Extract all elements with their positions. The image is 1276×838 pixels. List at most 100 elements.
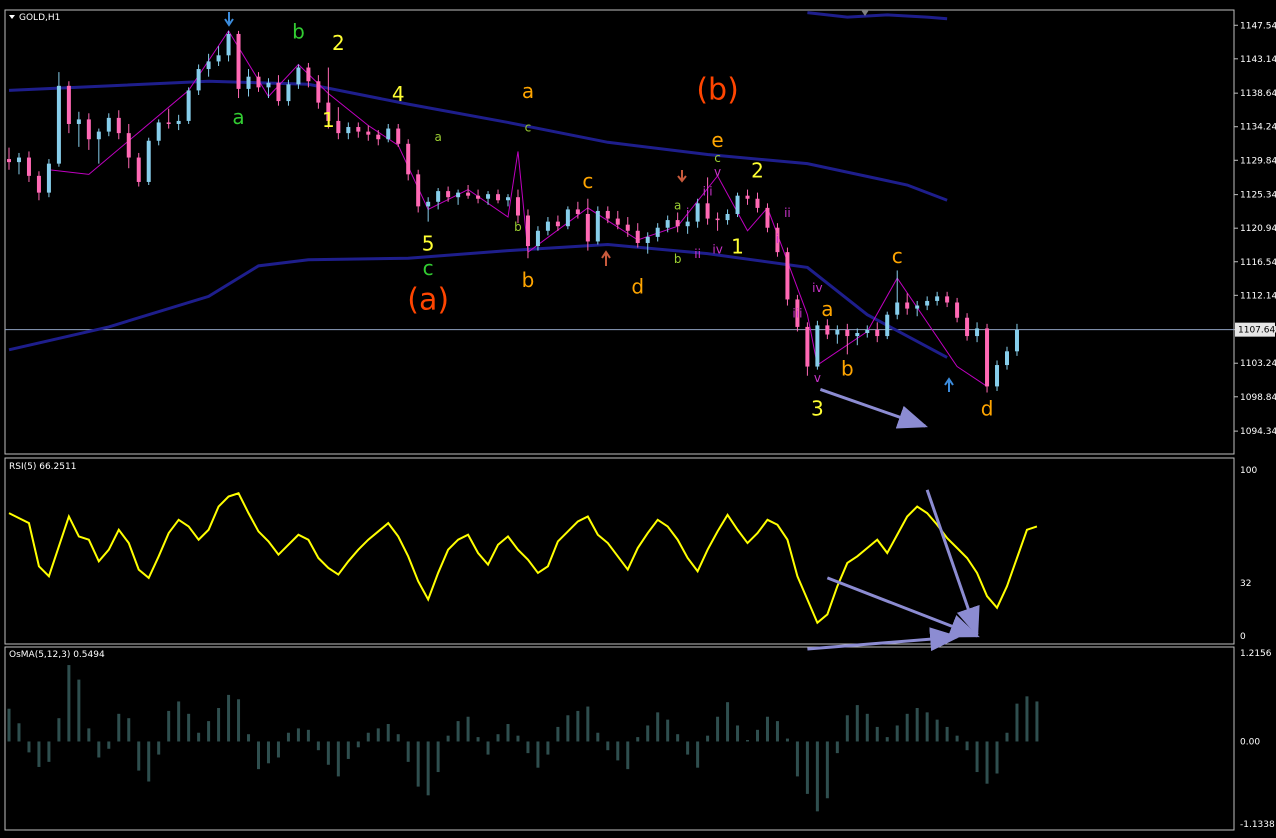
- osma-bar: [985, 741, 989, 784]
- candle-body: [515, 197, 520, 216]
- candle-body: [466, 192, 471, 196]
- osma-bar: [546, 741, 550, 755]
- osma-bar: [286, 732, 290, 742]
- osma-bar: [626, 741, 630, 770]
- wave-label: b: [841, 357, 854, 381]
- osma-bar: [57, 718, 61, 742]
- candle-body: [935, 296, 940, 301]
- osma-bar: [157, 741, 161, 755]
- candle-body: [506, 197, 510, 201]
- wave-label: iv: [712, 243, 722, 257]
- price-tick-label: 1143.14: [1240, 55, 1276, 65]
- candle-body: [396, 128, 401, 144]
- wave-label: iii: [792, 307, 802, 321]
- candle-body: [955, 302, 960, 318]
- candle-body: [745, 195, 750, 199]
- osma-bar: [676, 734, 680, 742]
- price-tick-label: 1116.54: [1240, 258, 1276, 268]
- osma-bar: [266, 741, 270, 764]
- osma-bar: [975, 741, 979, 773]
- wave-label: c: [423, 256, 434, 280]
- osma-bar: [825, 741, 829, 799]
- osma-bar: [935, 719, 939, 742]
- osma-tick-label: 0.00: [1240, 737, 1260, 747]
- price-tick-label: 1094.34: [1240, 427, 1276, 437]
- wave-label: b: [292, 20, 305, 44]
- candle-body: [126, 133, 131, 158]
- candle-body: [166, 122, 171, 124]
- wave-label: c: [525, 121, 532, 135]
- wave-label: a: [522, 79, 534, 103]
- osma-bar: [706, 735, 710, 742]
- candle-body: [366, 131, 371, 135]
- price-tick-label: 1125.34: [1240, 191, 1276, 201]
- osma-bar: [227, 694, 231, 742]
- candle-body: [316, 81, 321, 103]
- osma-bar: [945, 726, 949, 742]
- candle-body: [755, 198, 760, 208]
- osma-bar: [77, 679, 81, 742]
- osma-bar: [486, 741, 490, 755]
- candle: [56, 72, 61, 167]
- wave-label: a: [232, 105, 244, 129]
- current-price-tag: 1107.64: [1235, 322, 1275, 337]
- osma-bar: [895, 725, 899, 742]
- candle-body: [535, 230, 540, 247]
- osma-bar: [785, 738, 789, 742]
- candle: [995, 360, 1000, 391]
- price-tick-label: 1120.94: [1240, 224, 1276, 234]
- osma-bar: [636, 737, 640, 742]
- osma-bar: [97, 741, 101, 758]
- osma-bar: [736, 725, 740, 742]
- candle: [735, 192, 740, 218]
- candle-body: [985, 328, 990, 387]
- candle-body: [16, 157, 21, 163]
- candle-body: [605, 210, 610, 219]
- osma-bar: [765, 716, 769, 742]
- candle-body: [416, 174, 421, 207]
- candle-body: [56, 85, 61, 164]
- osma-bar: [1015, 703, 1019, 742]
- osma-bar: [197, 732, 201, 742]
- wave-label: iv: [812, 281, 822, 295]
- osma-bar: [87, 728, 91, 742]
- candle-body: [306, 67, 311, 82]
- osma-bar: [276, 741, 280, 758]
- candle-body: [76, 119, 81, 124]
- osma-bar: [885, 737, 889, 742]
- candle: [146, 137, 151, 186]
- candle-body: [895, 302, 900, 315]
- candle-body: [246, 76, 251, 89]
- candle-body: [645, 236, 650, 243]
- wave-label: v: [714, 165, 721, 179]
- candle-body: [585, 213, 590, 242]
- osma-bar: [416, 741, 420, 787]
- candle-body: [456, 192, 461, 198]
- osma-bar: [316, 741, 320, 751]
- rsi-panel-frame[interactable]: [4, 457, 1235, 645]
- candle: [46, 159, 51, 198]
- osma-bar: [845, 715, 849, 742]
- candle-body: [715, 218, 720, 221]
- candle: [186, 87, 191, 124]
- price-axis: 1147.54 1143.14 1138.64 1134.24 1129.84 1125.…: [1234, 21, 1276, 437]
- osma-bar: [616, 741, 620, 761]
- osma-bar: [875, 726, 879, 742]
- candle-body: [815, 325, 820, 367]
- osma-bar: [606, 741, 610, 751]
- osma-bar: [666, 719, 670, 742]
- osma-bar: [107, 741, 111, 749]
- osma-bar: [27, 741, 31, 753]
- candle-body: [386, 128, 391, 140]
- osma-bar: [466, 716, 470, 742]
- candle-body: [1014, 329, 1019, 352]
- wave-label: a: [434, 130, 441, 144]
- wave-label: b: [522, 268, 535, 292]
- price-tick-label: 1112.14: [1240, 291, 1276, 301]
- symbol-title: GOLD,H1: [19, 13, 60, 23]
- candle: [565, 206, 570, 230]
- candle-body: [625, 224, 630, 231]
- candle-body: [86, 119, 91, 140]
- candle: [136, 152, 141, 187]
- price-panel-frame[interactable]: [4, 9, 1235, 455]
